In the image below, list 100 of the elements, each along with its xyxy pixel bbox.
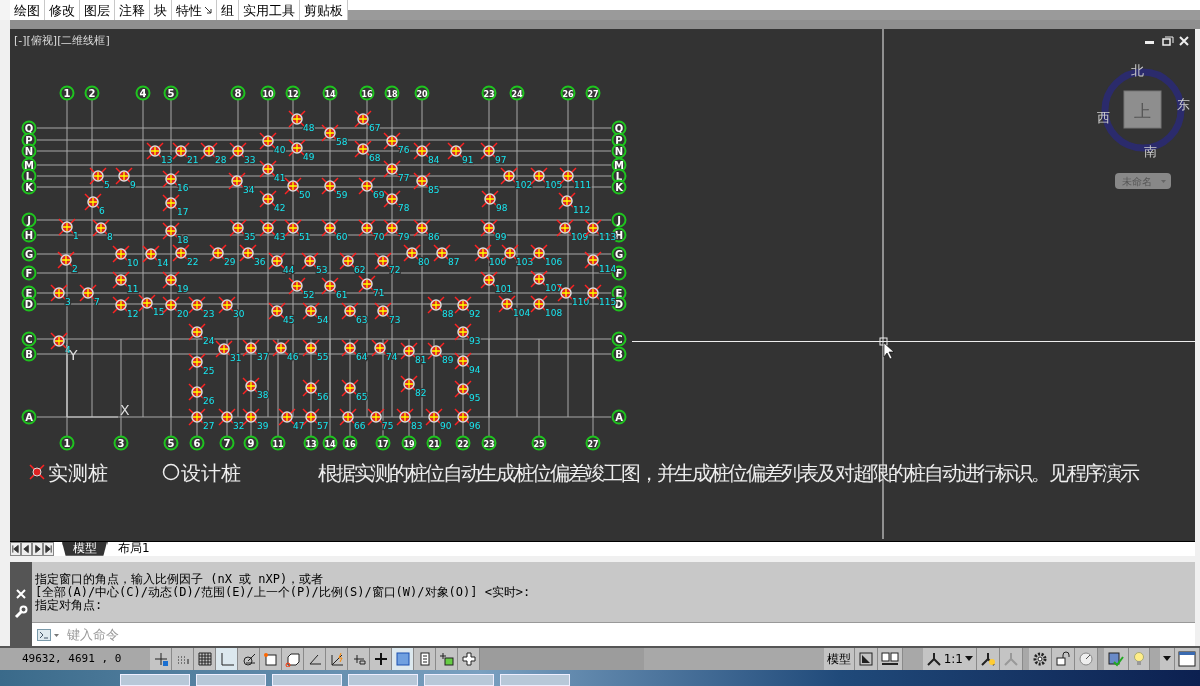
pile-number: 20 — [177, 309, 189, 319]
axis-label: A — [21, 409, 37, 425]
ucs-x-label: X — [120, 402, 130, 418]
pile-number: 5 — [104, 180, 110, 190]
pile-number: 27 — [203, 421, 215, 431]
pile-number: 45 — [283, 315, 295, 325]
viewport-label[interactable]: [-][俯视][二维线框] — [14, 34, 110, 47]
pile-number: 34 — [243, 185, 255, 195]
axis-label: A — [611, 409, 627, 425]
pile-number: 16 — [177, 183, 189, 193]
ribbon-tab[interactable]: 修改 — [45, 0, 80, 20]
pile-number: 72 — [389, 265, 401, 275]
pile-number: 2 — [72, 264, 78, 274]
ribbon-tab[interactable]: 实用工具 — [239, 0, 300, 20]
pile-number: 95 — [469, 393, 481, 403]
pile-number: 101 — [495, 284, 513, 294]
pile-number: 85 — [428, 185, 440, 195]
pile-number: 84 — [428, 155, 440, 165]
pile-number: 78 — [398, 203, 410, 213]
axis-label: C — [21, 331, 37, 347]
pile-number: 83 — [411, 421, 423, 431]
ribbon-tab[interactable]: 剪贴板 — [300, 0, 348, 20]
ribbon-tab[interactable]: 图层 — [80, 0, 115, 20]
axis-label: H — [21, 227, 37, 243]
pile-number: 77 — [398, 173, 410, 183]
pile-number: 25 — [203, 366, 215, 376]
pile-number: 73 — [389, 315, 401, 325]
pile-number: 41 — [274, 173, 286, 183]
pile-number: 59 — [336, 190, 348, 200]
axis-label: 23 — [481, 435, 497, 451]
axis-label: 5 — [163, 85, 179, 101]
ribbon-tab[interactable]: 特性 — [172, 0, 217, 20]
drawing-note: 根据实测的桩位自动生成桩位偏差竣工图，并生成桩位偏差列表及对超限的桩自动进行标识。见程序演示 — [318, 461, 1140, 485]
pile-number: 98 — [496, 203, 508, 213]
axis-label: 23 — [481, 85, 497, 101]
viewcube-face-label: 上 — [1134, 101, 1151, 121]
pile-number: 42 — [274, 203, 286, 213]
pile-number: 64 — [356, 352, 368, 362]
pile-number: 14 — [157, 258, 169, 268]
pile-number: 56 — [317, 392, 329, 402]
ribbon-tab[interactable]: 注释 — [115, 0, 150, 20]
axis-label: 21 — [426, 435, 442, 451]
pile-number: 92 — [469, 309, 481, 319]
compass-south[interactable]: 南 — [1143, 144, 1157, 159]
compass-north[interactable]: 北 — [1130, 63, 1144, 78]
cursor-coordinates: 49632, 4691 , 0 — [21, 650, 123, 667]
model-space-button[interactable]: 模型 — [823, 648, 855, 670]
annotation-scale-button[interactable]: 1:1 — [922, 648, 977, 670]
pile-number: 36 — [254, 257, 266, 267]
pile-number: 43 — [274, 232, 286, 242]
pile-number: 35 — [244, 232, 256, 242]
pile-number: 109 — [571, 232, 589, 242]
axis-label: 19 — [401, 435, 417, 451]
pile-number: 28 — [215, 155, 227, 165]
pile-number: 30 — [233, 309, 245, 319]
ribbon-tab[interactable]: 组 — [217, 0, 239, 20]
ribbon-tab[interactable]: 块 — [150, 0, 172, 20]
legend-text: 设计桩 — [181, 461, 241, 485]
pile-number: 50 — [299, 190, 311, 200]
pile-number: 103 — [516, 257, 534, 267]
axis-label: N — [21, 143, 37, 159]
axis-label: D — [21, 296, 37, 312]
pile-number: 49 — [303, 152, 315, 162]
pile-number: 13 — [161, 155, 173, 165]
ribbon-tab[interactable]: 绘图 — [10, 0, 45, 20]
legend-text: 实测桩 — [48, 461, 108, 485]
axis-label: 18 — [384, 85, 400, 101]
compass-west[interactable]: 西 — [1096, 110, 1110, 125]
pile-number: 29 — [224, 257, 236, 267]
pile-number: 70 — [373, 232, 385, 242]
pile-number: 74 — [386, 352, 398, 362]
ucs-y-label: Y — [69, 347, 78, 363]
pile-number: 54 — [317, 315, 329, 325]
axis-label: K — [611, 179, 627, 195]
axis-label: 8 — [230, 85, 246, 101]
axis-label: 9 — [243, 435, 259, 451]
pile-number: 112 — [573, 205, 591, 215]
axis-label: 2 — [84, 85, 100, 101]
layout-tab[interactable]: 模型 — [62, 542, 107, 556]
pile-number: 51 — [299, 232, 311, 242]
axis-label: J — [21, 212, 37, 228]
pile-number: 8 — [107, 232, 113, 242]
axis-label: 20 — [414, 85, 430, 101]
axis-label: 5 — [163, 435, 179, 451]
pile-number: 106 — [545, 257, 563, 267]
pile-number: 31 — [230, 353, 242, 363]
pile-number: 37 — [257, 352, 269, 362]
axis-label: 16 — [359, 85, 375, 101]
pile-number: 33 — [244, 155, 256, 165]
pile-number: 12 — [127, 309, 139, 319]
pile-number: 110 — [572, 297, 590, 307]
command-input[interactable]: 键入命令 — [65, 623, 1195, 646]
axis-label: 26 — [560, 85, 576, 101]
axis-label: G — [611, 246, 627, 262]
axis-label: 14 — [322, 85, 338, 101]
pile-number: 44 — [283, 265, 295, 275]
pile-number: 82 — [415, 388, 427, 398]
compass-east[interactable]: 东 — [1176, 97, 1190, 112]
axis-label: 4 — [135, 85, 151, 101]
pile-number: 60 — [336, 232, 348, 242]
